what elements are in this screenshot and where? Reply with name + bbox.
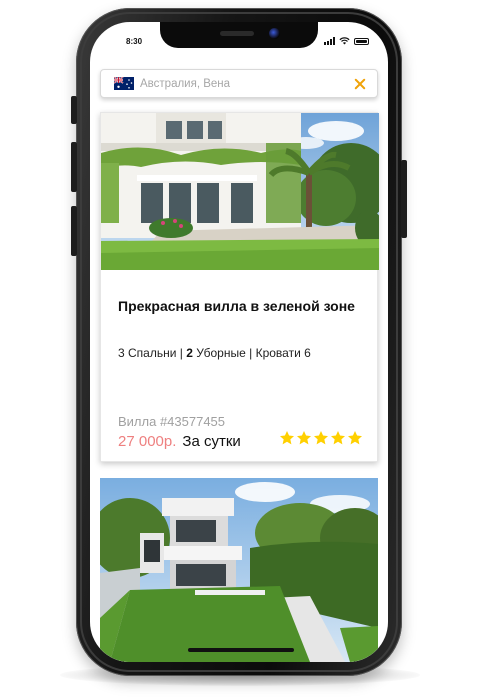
star-icon xyxy=(280,431,294,445)
bathrooms-text: Уборные | xyxy=(196,346,253,360)
listing-price: 27 000р. xyxy=(118,433,177,450)
listing-card[interactable] xyxy=(100,478,378,662)
listing-id: Вилла #43577455 xyxy=(118,414,226,429)
price-period: За сутки xyxy=(182,433,241,450)
listing-features: 3 Спальни | 2 Уборные | Кровати 6 xyxy=(118,346,311,360)
australia-flag-icon xyxy=(114,77,134,90)
star-icon xyxy=(348,431,362,445)
beds-text: Кровати 6 xyxy=(255,346,311,360)
battery-icon xyxy=(354,37,369,45)
listing-photo[interactable] xyxy=(101,113,379,270)
search-input[interactable]: Австралия, Вена xyxy=(140,78,353,90)
status-icons xyxy=(324,37,369,45)
wifi-icon xyxy=(339,37,350,45)
listing-photo[interactable] xyxy=(100,478,378,662)
star-icon xyxy=(314,431,328,445)
rating-stars xyxy=(279,430,363,446)
speaker-grille xyxy=(220,31,254,36)
phone-screen: 8:30 Австралия, Вена Прекрасная вилла в … xyxy=(90,22,388,662)
notch xyxy=(160,22,318,48)
listing-card[interactable]: Прекрасная вилла в зеленой зоне 3 Спальн… xyxy=(100,112,379,462)
star-icon xyxy=(297,431,311,445)
home-indicator[interactable] xyxy=(188,648,294,652)
listing-title[interactable]: Прекрасная вилла в зеленой зоне xyxy=(118,297,368,316)
bathrooms-count: 2 xyxy=(186,346,193,360)
volume-down-button xyxy=(71,206,77,256)
price-row: 27 000р. За сутки xyxy=(118,433,241,450)
front-camera-icon xyxy=(269,28,280,39)
bedrooms-text: 3 Спальни | xyxy=(118,346,183,360)
mute-switch xyxy=(71,96,77,124)
volume-up-button xyxy=(71,142,77,192)
status-time: 8:30 xyxy=(126,37,143,46)
clear-search-button[interactable] xyxy=(353,77,367,91)
star-icon xyxy=(331,431,345,445)
location-search-bar[interactable]: Австралия, Вена xyxy=(100,69,378,98)
signal-icon xyxy=(324,37,335,45)
power-button xyxy=(401,160,407,238)
